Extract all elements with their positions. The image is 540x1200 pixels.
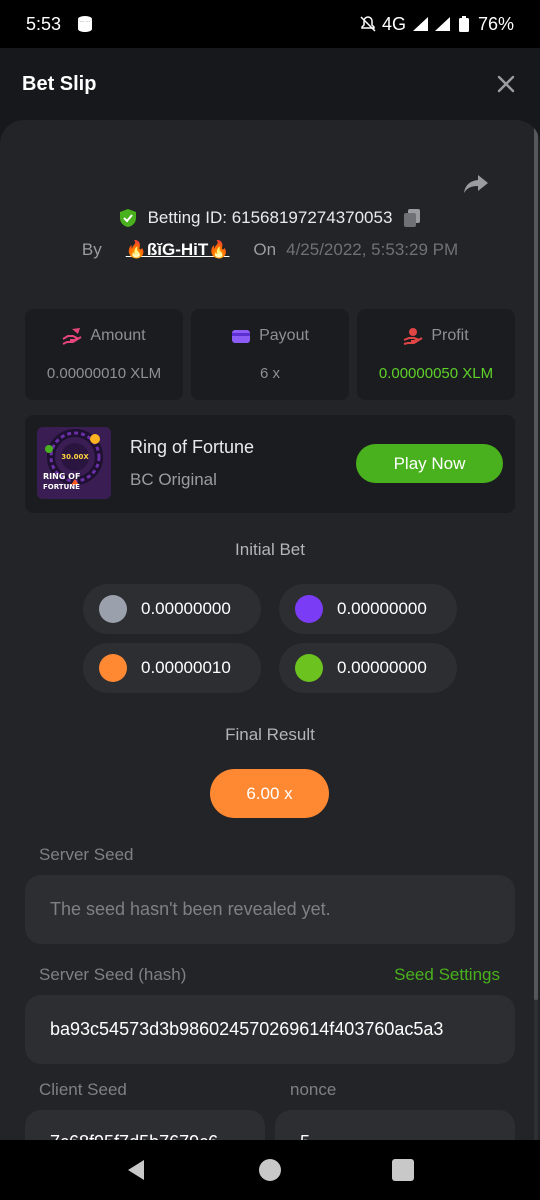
server-seed-hash-field[interactable]: ba93c54573d3b986024570269614f403760ac5a3 xyxy=(25,995,515,1064)
wallet-icon xyxy=(232,330,251,343)
client-seed-field[interactable]: 7c68f95f7d5b7679c6 xyxy=(25,1110,265,1140)
coin-dot-purple xyxy=(295,595,323,623)
thumb-title-1: RING OF xyxy=(43,472,80,481)
coin-dot-grey xyxy=(99,595,127,623)
close-icon xyxy=(497,75,515,93)
bell-off-icon xyxy=(360,16,376,32)
server-seed-hash-label: Server Seed (hash) xyxy=(39,965,187,984)
bet-slip-header: Bet Slip xyxy=(0,48,540,120)
bettor-row: By 🔥ßĭG-HiT🔥 On 4/25/2022, 5:53:29 PM xyxy=(0,240,540,260)
initial-bet-chip: 0.00000000 xyxy=(83,584,261,634)
on-label: On xyxy=(253,240,277,259)
final-result-title: Final Result xyxy=(225,725,315,744)
game-thumbnail: 30.00X RING OF FORTUNE xyxy=(37,427,111,499)
betting-id-row: Betting ID: 61568197274370053 xyxy=(0,208,540,228)
signal-icon xyxy=(412,17,428,31)
profit-value: 0.00000050 XLM xyxy=(378,365,494,382)
initial-bet-title: Initial Bet xyxy=(235,540,305,559)
profit-label: Profit xyxy=(431,327,469,344)
chip-value: 0.00000000 xyxy=(141,599,231,618)
seed-settings-link[interactable]: Seed Settings xyxy=(394,965,500,985)
copy-icon[interactable] xyxy=(402,208,422,228)
status-bar: 5:53 4G 76% xyxy=(0,0,540,48)
share-icon[interactable] xyxy=(462,172,490,196)
thumb-title-2: FORTUNE xyxy=(43,483,80,491)
battery-icon xyxy=(458,16,469,32)
database-icon xyxy=(78,16,93,32)
by-label: By xyxy=(81,240,102,259)
server-seed-label: Server Seed xyxy=(39,845,134,864)
profit-hand-icon xyxy=(403,328,423,345)
client-seed-label: Client Seed xyxy=(39,1080,127,1099)
amount-value: 0.00000010 XLM xyxy=(46,365,162,382)
betting-id-value: 61568197274370053 xyxy=(231,208,393,227)
back-icon[interactable] xyxy=(124,1157,150,1183)
signal-icon-2 xyxy=(434,17,450,31)
home-icon[interactable] xyxy=(257,1157,283,1183)
user-link[interactable]: 🔥ßĭG-HiT🔥 xyxy=(126,240,230,260)
close-button[interactable] xyxy=(494,72,518,96)
play-now-button[interactable]: Play Now xyxy=(356,444,503,483)
final-result-badge: 6.00 x xyxy=(210,769,329,818)
page-title: Bet Slip xyxy=(22,72,97,95)
scrollbar[interactable] xyxy=(534,120,538,1140)
stat-profit: Profit 0.00000050 XLM xyxy=(357,309,515,400)
betting-id-label: Betting ID: xyxy=(147,208,227,227)
nonce-label: nonce xyxy=(290,1080,337,1099)
server-seed-field[interactable]: The seed hasn't been revealed yet. xyxy=(25,875,515,944)
payout-value: 6 x xyxy=(259,365,280,382)
chip-value: 0.00000000 xyxy=(337,599,427,618)
initial-bet-chip: 0.00000000 xyxy=(279,584,457,634)
nonce-field[interactable]: 5 xyxy=(275,1110,515,1140)
coin-dot-orange xyxy=(99,654,127,682)
initial-bet-chip: 0.00000010 xyxy=(83,643,261,693)
recents-icon[interactable] xyxy=(390,1157,416,1183)
amount-label: Amount xyxy=(90,327,146,344)
game-subtitle: BC Original xyxy=(130,470,217,489)
shield-check-icon xyxy=(119,209,136,227)
status-time: 5:53 xyxy=(26,13,62,34)
coin-dot-green xyxy=(295,654,323,682)
ring-of-fortune-logo: 30.00X RING OF FORTUNE xyxy=(37,427,111,499)
initial-bet-chip: 0.00000000 xyxy=(279,643,457,693)
bet-slip-card: Betting ID: 61568197274370053 By 🔥ßĭG-Hi… xyxy=(0,120,540,1140)
navigation-bar xyxy=(0,1140,540,1200)
payout-label: Payout xyxy=(259,327,309,344)
stat-payout: Payout 6 x xyxy=(191,309,349,400)
game-card: 30.00X RING OF FORTUNE Ring of Fortune B… xyxy=(25,415,515,513)
game-name: Ring of Fortune xyxy=(130,437,255,457)
stat-amount: Amount 0.00000010 XLM xyxy=(25,309,183,400)
battery-level: 76% xyxy=(477,13,514,34)
chip-value: 0.00000000 xyxy=(337,658,427,677)
bet-stats: Amount 0.00000010 XLM Payout 6 x Profit xyxy=(25,309,515,400)
network-type: 4G xyxy=(381,13,406,34)
money-hand-icon xyxy=(62,328,82,345)
bet-date: 4/25/2022, 5:53:29 PM xyxy=(286,240,459,259)
thumb-multiplier: 30.00X xyxy=(61,453,89,461)
chip-value: 0.00000010 xyxy=(141,658,231,677)
